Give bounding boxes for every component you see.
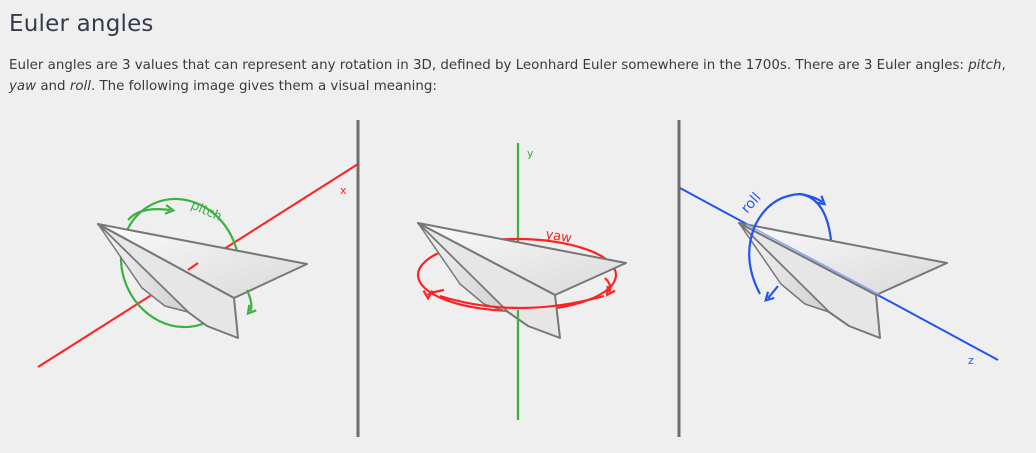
intro-paragraph: Euler angles are 3 values that can repre… xyxy=(9,55,1019,97)
euler-angles-figure: pitch x yaw y roll z xyxy=(0,110,1036,453)
z-axis-label: z xyxy=(968,354,974,367)
intro-text-end: . The following image gives them a visua… xyxy=(90,79,437,94)
intro-separator-2: and xyxy=(36,79,70,94)
roll-panel: roll z xyxy=(679,187,999,367)
pitch-term: pitch xyxy=(968,58,1002,73)
yaw-panel: yaw y xyxy=(416,143,627,420)
roll-label: roll xyxy=(738,190,764,217)
yaw-label: yaw xyxy=(544,227,573,246)
x-axis-label: x xyxy=(340,184,347,197)
pitch-arrow xyxy=(245,289,257,316)
intro-separator-1: , xyxy=(1001,58,1006,73)
y-axis-label: y xyxy=(527,147,534,160)
yaw-arrow xyxy=(422,288,445,301)
yaw-term: yaw xyxy=(9,79,37,94)
page-title: Euler angles xyxy=(9,11,154,37)
pitch-label: pitch xyxy=(188,198,224,225)
pitch-panel: pitch x xyxy=(37,163,359,368)
intro-text-start: Euler angles are 3 values that can repre… xyxy=(9,58,969,73)
euler-angles-illustration: pitch x yaw y roll z xyxy=(37,120,999,437)
roll-arrow xyxy=(764,285,779,302)
roll-term: roll xyxy=(69,79,91,94)
